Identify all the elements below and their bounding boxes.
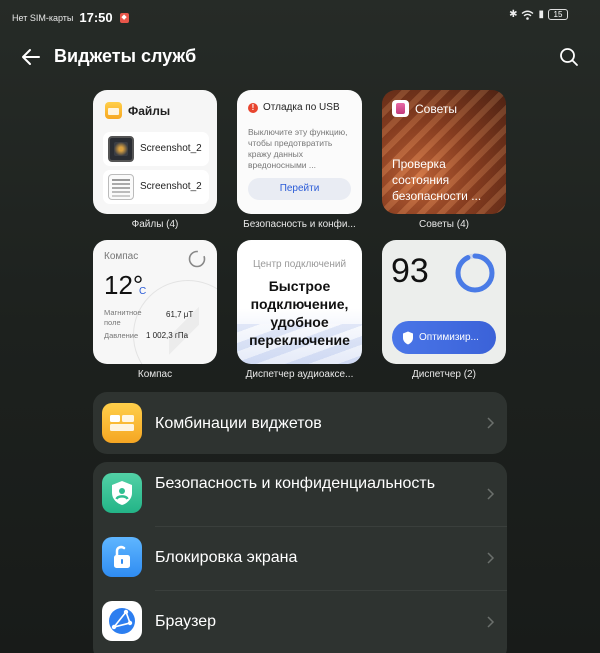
usb-widget-caption: Безопасность и конфи...: [243, 219, 356, 230]
audio-widget-caption: Диспетчер аудиоаксе...: [245, 369, 354, 380]
file-name: Screenshot_2024122...: [140, 143, 202, 154]
back-button[interactable]: [18, 44, 44, 70]
carrier-label: Нет SIM-карты: [12, 12, 74, 23]
service-row-screen-lock[interactable]: Блокировка экрана: [93, 526, 507, 590]
tips-app-icon: [392, 100, 409, 117]
usb-go-button[interactable]: Перейти: [248, 178, 351, 200]
service-row-security[interactable]: Безопасность и конфиденциальность: [93, 462, 507, 526]
pressure-label: Давление: [104, 331, 139, 340]
chevron-right-icon: [487, 552, 495, 564]
chevron-right-icon: [487, 488, 495, 500]
score-ring-icon: [455, 253, 495, 293]
magnetic-field-label: Магнитное поле: [104, 308, 142, 327]
service-label: Блокировка экрана: [155, 549, 298, 566]
files-widget-title: Файлы: [128, 103, 171, 118]
tips-widget-title: Советы: [415, 101, 457, 116]
tips-widget[interactable]: Советы Проверка состояния безопасности .…: [382, 90, 506, 214]
compass-widget-title: Компас: [104, 251, 139, 262]
file-item[interactable]: Screenshot_2024122...: [103, 170, 209, 204]
audio-widget-text: Быстрое подключение, удобное переключени…: [249, 278, 350, 348]
optimize-button[interactable]: Оптимизир...: [392, 321, 496, 354]
services-list-card: Безопасность и конфиденциальность Блокир…: [93, 462, 507, 653]
folder-icon: [105, 102, 122, 119]
optimize-button-label: Оптимизир...: [419, 332, 479, 343]
status-bar: Нет SIM-карты 17:50 ◆ ✱ ▮ 15: [0, 0, 600, 34]
compass-widget-caption: Компас: [137, 369, 173, 380]
compass-degrees: 12°: [104, 270, 144, 300]
compass-widget[interactable]: Компас 12° С Магнитное поле 61,7 μT Давл…: [93, 240, 217, 364]
service-label: Браузер: [155, 613, 217, 630]
pressure-value: 1 002,3 гПа: [146, 331, 189, 340]
manager-widget-caption: Диспетчер (2): [412, 369, 476, 380]
phone-manager-widget[interactable]: 93 Оптимизир...: [382, 240, 506, 364]
wifi-icon: [522, 10, 534, 20]
service-label: Безопасность и конфиденциальность: [155, 475, 436, 492]
usb-debug-widget[interactable]: ! Отладка по USB Выключите эту функцию, …: [237, 90, 362, 214]
usb-widget-title: Отладка по USB: [263, 102, 340, 113]
audio-manager-widget[interactable]: Центр подключений Быстрое подключение, у…: [237, 240, 362, 364]
shield-person-icon: [102, 473, 142, 513]
file-name: Screenshot_2024122...: [140, 181, 202, 192]
file-thumbnail: [108, 174, 134, 200]
widget-combinations-card: Комбинации виджетов: [93, 392, 507, 454]
page-title: Виджеты служб: [54, 46, 197, 66]
calibrate-icon: [188, 250, 206, 268]
usb-widget-text: Выключите эту функцию, чтобы предотврати…: [248, 127, 348, 170]
widget-combinations-icon: [102, 403, 142, 443]
notification-icon: ◆: [119, 12, 129, 23]
service-row-browser[interactable]: Браузер: [93, 590, 507, 653]
compass-direction: С: [139, 286, 147, 297]
file-thumbnail: [108, 136, 134, 162]
sim-icon: ▮: [538, 9, 544, 20]
widget-combinations-label: Комбинации виджетов: [155, 415, 322, 432]
files-widget[interactable]: Файлы Screenshot_2024122... Screenshot_2…: [93, 90, 217, 214]
manager-score: 93: [391, 252, 429, 290]
shield-icon: [403, 331, 413, 344]
warning-icon: !: [248, 102, 258, 113]
audio-widget-subtitle: Центр подключений: [252, 259, 347, 270]
magnetic-field-value: 61,7 μT: [166, 310, 194, 319]
chevron-right-icon: [487, 616, 495, 628]
chevron-right-icon: [487, 417, 495, 429]
battery-icon: 15: [548, 9, 568, 20]
files-widget-caption: Файлы (4): [131, 219, 179, 230]
clock: 17:50: [79, 10, 113, 25]
tips-widget-caption: Советы (4): [419, 219, 469, 230]
browser-icon: [102, 601, 142, 641]
arrow-left-icon: [22, 49, 40, 65]
tips-widget-text: Проверка состояния безопасности ...: [392, 157, 482, 203]
widget-combinations-row[interactable]: Комбинации виджетов: [93, 392, 507, 454]
file-item[interactable]: Screenshot_2024122...: [103, 132, 209, 166]
header: Виджеты служб: [0, 40, 600, 74]
lock-icon: [102, 537, 142, 577]
bluetooth-icon: ✱: [509, 9, 518, 20]
search-icon: [560, 48, 578, 66]
search-button[interactable]: [556, 44, 582, 70]
